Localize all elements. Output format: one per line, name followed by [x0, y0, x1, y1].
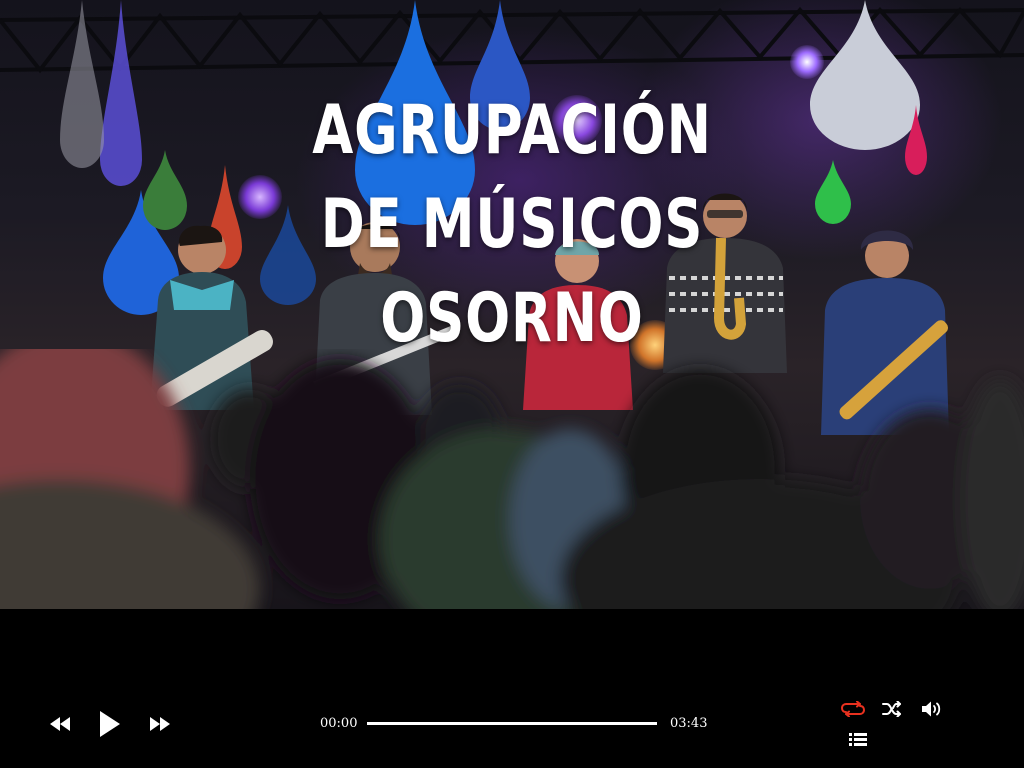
player-controls-bar: 00:00 03:43 [0, 609, 1024, 768]
volume-icon [922, 701, 941, 717]
rewind-icon [50, 717, 70, 731]
cover-art: AGRUPACIÓN DE MÚSICOS OSORNO [0, 0, 1024, 609]
repeat-button[interactable] [840, 699, 866, 719]
rewind-button[interactable] [46, 712, 74, 736]
playlist-icon [849, 732, 867, 746]
crowd-silhouette [0, 349, 1024, 609]
fast-forward-button[interactable] [146, 712, 174, 736]
playlist-button[interactable] [846, 729, 870, 749]
progress-bar[interactable] [367, 722, 657, 725]
audio-player-view: AGRUPACIÓN DE MÚSICOS OSORNO 00:00 03:43 [0, 0, 1024, 768]
stage-light [790, 45, 824, 79]
play-button[interactable] [94, 708, 126, 740]
current-time: 00:00 [320, 716, 358, 731]
shuffle-icon [882, 701, 901, 717]
fast-forward-icon [150, 717, 170, 731]
cover-title-line: DE MÚSICOS [320, 184, 704, 264]
cover-title-line: AGRUPACIÓN [312, 90, 712, 170]
cover-title-line: OSORNO [380, 278, 644, 358]
volume-button[interactable] [919, 698, 945, 720]
play-icon [100, 711, 120, 737]
repeat-icon [841, 701, 865, 717]
cover-title: AGRUPACIÓN DE MÚSICOS OSORNO [113, 84, 912, 366]
shuffle-button[interactable] [880, 699, 904, 719]
duration-time: 03:43 [670, 716, 708, 731]
hanging-drop-decoration [60, 0, 104, 168]
progress-fill [367, 722, 657, 725]
